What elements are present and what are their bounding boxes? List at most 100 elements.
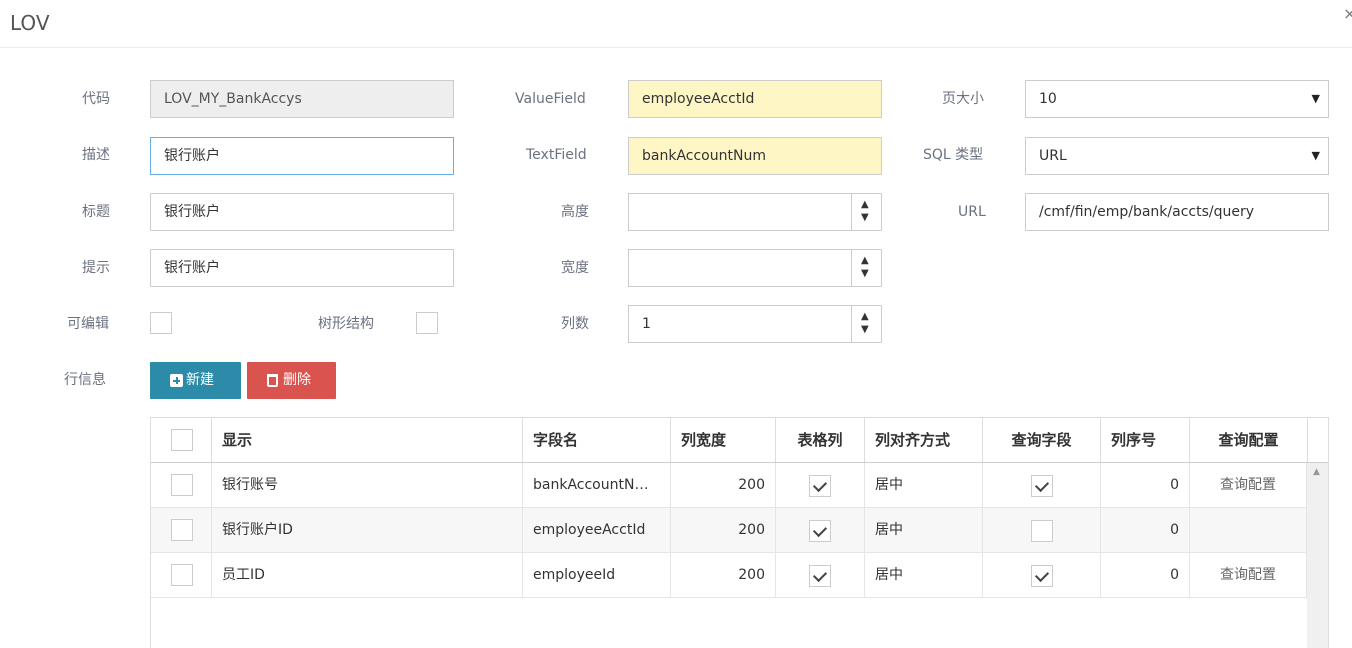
row-select-cell <box>151 508 212 553</box>
spin-down-icon[interactable]: ▼ <box>861 213 869 223</box>
text-field-label: TextField <box>526 147 587 163</box>
delete-button-label: 删除 <box>283 372 311 388</box>
table-column-cell <box>776 508 865 553</box>
rows-section-label: 行信息 <box>64 372 106 388</box>
table-column-cell <box>776 553 865 598</box>
description-label: 描述 <box>82 147 110 163</box>
query-field-checkbox[interactable] <box>1031 475 1053 497</box>
editable-checkbox[interactable] <box>150 312 172 334</box>
scroll-up-icon[interactable]: ▲ <box>1313 467 1320 477</box>
title-input[interactable]: 银行账户 <box>150 193 454 231</box>
query-config-link[interactable]: 查询配置 <box>1190 463 1307 508</box>
hint-label: 提示 <box>82 260 110 276</box>
sql-type-value: URL <box>1039 148 1067 164</box>
tree-structure-label: 树形结构 <box>318 316 374 332</box>
query-field-cell <box>983 463 1101 508</box>
new-button-label: 新建 <box>186 372 214 388</box>
delete-button[interactable]: 删除 <box>247 362 336 399</box>
modal-title: LOV <box>10 11 50 35</box>
vertical-scrollbar[interactable]: ▲ <box>1307 463 1328 648</box>
row-checkbox[interactable] <box>171 564 193 586</box>
tree-structure-checkbox[interactable] <box>416 312 438 334</box>
table-column-checkbox[interactable] <box>809 565 831 587</box>
sql-type-label: SQL 类型 <box>923 147 984 163</box>
value-field-input[interactable]: employeeAcctId <box>628 80 882 118</box>
text-field-input[interactable]: bankAccountNum <box>628 137 882 175</box>
width-input[interactable]: ▲ ▼ <box>628 249 882 287</box>
width-cell: 200 <box>671 553 776 598</box>
row-checkbox[interactable] <box>171 474 193 496</box>
alignment-cell: 居中 <box>865 463 983 508</box>
table-row[interactable]: 员工ID employeeId 200 居中 0 查询配置 <box>151 553 1307 598</box>
spin-up-icon[interactable]: ▲ <box>861 312 869 322</box>
height-spinner[interactable]: ▲ ▼ <box>851 194 881 230</box>
new-button[interactable]: 新建 <box>150 362 241 399</box>
query-field-checkbox[interactable] <box>1031 565 1053 587</box>
description-input[interactable]: 银行账户 <box>150 137 454 175</box>
display-cell: 员工ID <box>212 553 523 598</box>
code-input[interactable]: LOV_MY_BankAccys <box>150 80 454 118</box>
columns-value: 1 <box>642 316 651 332</box>
width-cell: 200 <box>671 508 776 553</box>
columns-label: 列数 <box>561 316 589 332</box>
query-field-checkbox[interactable] <box>1031 520 1053 542</box>
order-cell: 0 <box>1101 508 1190 553</box>
editable-label: 可编辑 <box>67 316 109 332</box>
height-input[interactable]: ▲ ▼ <box>628 193 882 231</box>
table-column-checkbox[interactable] <box>809 520 831 542</box>
header-select-cell <box>151 418 212 462</box>
header-query-config[interactable]: 查询配置 <box>1190 418 1308 462</box>
row-select-cell <box>151 463 212 508</box>
sql-type-select[interactable]: URL ▼ <box>1025 137 1329 175</box>
header-column-width[interactable]: 列宽度 <box>671 418 776 462</box>
table-row[interactable]: 银行账号 bankAccountN… 200 居中 0 查询配置 <box>151 463 1307 508</box>
title-label: 标题 <box>82 204 110 220</box>
table-column-cell <box>776 463 865 508</box>
query-config-link[interactable]: 查询配置 <box>1190 553 1307 598</box>
header-field-name[interactable]: 字段名 <box>523 418 671 462</box>
modal-header: LOV × <box>0 0 1352 48</box>
plus-square-icon <box>170 374 183 387</box>
spin-up-icon[interactable]: ▲ <box>861 200 869 210</box>
spin-up-icon[interactable]: ▲ <box>861 256 869 266</box>
table-row[interactable]: 银行账户ID employeeAcctId 200 居中 0 <box>151 508 1307 553</box>
columns-spinner[interactable]: ▲ ▼ <box>851 306 881 342</box>
columns-input[interactable]: 1 ▲ ▼ <box>628 305 882 343</box>
header-display[interactable]: 显示 <box>212 418 523 462</box>
header-alignment[interactable]: 列对齐方式 <box>865 418 983 462</box>
height-label: 高度 <box>561 204 589 220</box>
query-config-link[interactable] <box>1190 508 1307 553</box>
url-label: URL <box>958 204 986 220</box>
alignment-cell: 居中 <box>865 553 983 598</box>
order-cell: 0 <box>1101 463 1190 508</box>
row-select-cell <box>151 553 212 598</box>
field-name-cell: bankAccountN… <box>523 463 671 508</box>
header-column-order[interactable]: 列序号 <box>1101 418 1190 462</box>
url-input[interactable]: /cmf/fin/emp/bank/accts/query <box>1025 193 1329 231</box>
table-column-checkbox[interactable] <box>809 475 831 497</box>
close-icon[interactable]: × <box>1343 6 1352 22</box>
hint-input[interactable]: 银行账户 <box>150 249 454 287</box>
width-cell: 200 <box>671 463 776 508</box>
width-label: 宽度 <box>561 260 589 276</box>
code-label: 代码 <box>82 91 110 107</box>
value-field-label: ValueField <box>515 91 586 107</box>
spin-down-icon[interactable]: ▼ <box>861 325 869 335</box>
field-name-cell: employeeAcctId <box>523 508 671 553</box>
spin-down-icon[interactable]: ▼ <box>861 269 869 279</box>
page-size-label: 页大小 <box>942 91 984 107</box>
query-field-cell <box>983 508 1101 553</box>
width-spinner[interactable]: ▲ ▼ <box>851 250 881 286</box>
chevron-down-icon: ▼ <box>1311 149 1320 162</box>
trash-icon <box>267 374 278 387</box>
header-table-column[interactable]: 表格列 <box>776 418 865 462</box>
chevron-down-icon: ▼ <box>1311 92 1320 105</box>
display-cell: 银行账号 <box>212 463 523 508</box>
header-query-field[interactable]: 查询字段 <box>983 418 1101 462</box>
alignment-cell: 居中 <box>865 508 983 553</box>
select-all-checkbox[interactable] <box>171 429 193 451</box>
query-field-cell <box>983 553 1101 598</box>
page-size-select[interactable]: 10 ▼ <box>1025 80 1329 118</box>
order-cell: 0 <box>1101 553 1190 598</box>
row-checkbox[interactable] <box>171 519 193 541</box>
